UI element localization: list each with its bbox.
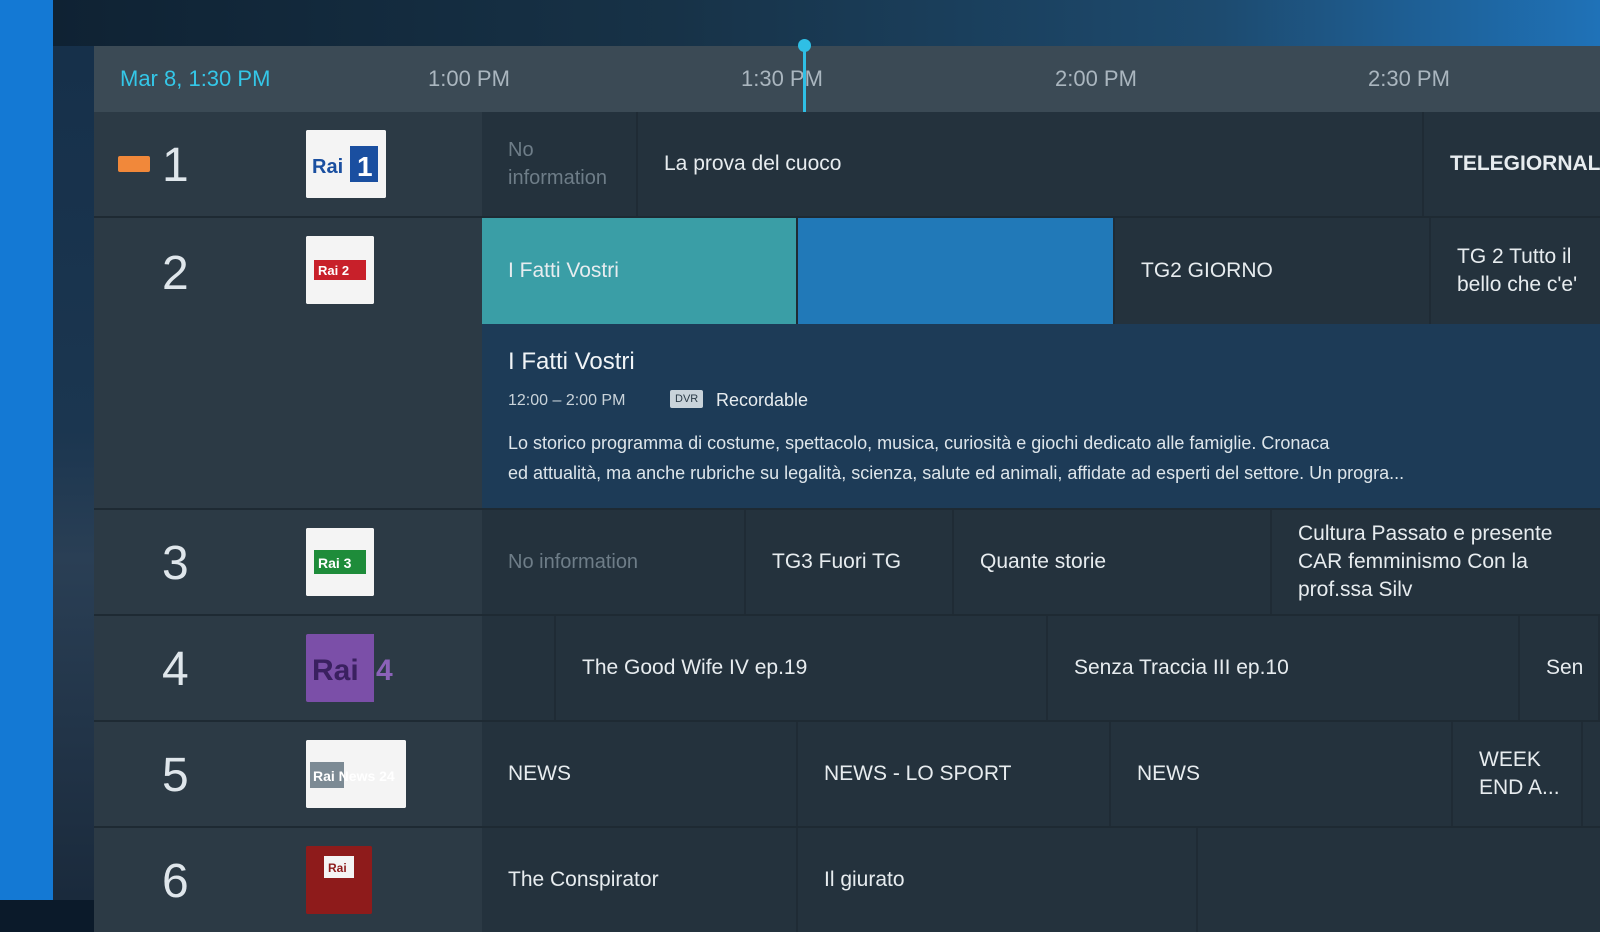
channel-row: 4 Rai 4 The Good Wife IV ep.19 Senza Tra… [94,616,1600,720]
program-cell[interactable]: Il giurato [798,828,1198,932]
channel-row: 6 Rai The Conspirator Il giurato [94,828,1600,932]
program-lane: No information La prova del cuoco TELEGI… [482,112,1600,216]
channel-row: 5 Rai News 24 NEWS NEWS - LO SPORT NEWS … [94,722,1600,826]
channel-logo: Rai News 24 [306,740,406,808]
program-cell[interactable]: The Good Wife IV ep.19 [556,616,1048,720]
details-title: I Fatti Vostri [508,348,635,375]
logo-text: Rai [312,654,359,687]
program-cell[interactable]: Quante storie [954,510,1272,614]
program-details: I Fatti Vostri 12:00 – 2:00 PM DVR Recor… [482,324,1600,508]
program-cell[interactable] [482,616,556,720]
time-tick: 1:30 PM [741,66,823,91]
channel-number: 5 [162,749,189,802]
logo-text: Rai [312,156,343,178]
program-details-row: I Fatti Vostri 12:00 – 2:00 PM DVR Recor… [94,324,1600,508]
dvr-badge: DVR [670,390,704,408]
program-cell[interactable]: TG3 Fuori TG [746,510,954,614]
logo-text: Rai 2 [318,263,349,278]
background-image-top [53,0,1600,46]
channel-number: 4 [162,643,189,696]
program-cell[interactable]: Cultura Passato e presente CAR femminism… [1272,510,1600,614]
channel-cell[interactable]: 1 Rai 1 [94,112,482,216]
channel-cell[interactable]: 3 Rai 3 [94,510,482,614]
program-cell[interactable]: TELEGIORNAL [1424,112,1600,216]
recordable-label: Recordable [716,390,809,410]
time-tick: 1:00 PM [428,66,510,91]
program-cell[interactable]: Sen [1520,616,1600,720]
current-time-dot [798,39,811,52]
current-time-indicator [803,46,806,112]
recording-icon [118,156,150,172]
channel-row: 3 Rai 3 No information TG3 Fuori TG Quan… [94,510,1600,614]
time-tick: 2:30 PM [1368,66,1450,91]
channel-cell[interactable]: 2 Rai 2 [94,218,482,324]
current-date-time: Mar 8, 1:30 PM [120,66,271,91]
details-time: 12:00 – 2:00 PM [508,392,626,409]
channel-logo: Rai [306,846,372,914]
logo-badge: 4 [376,654,393,687]
background-image-left [53,46,94,900]
logo-text: Rai 3 [318,555,352,571]
channel-row: 1 Rai 1 No information La prova del cuoc… [94,112,1600,216]
channel-number: 1 [162,139,189,192]
channel-number: 3 [162,537,189,590]
details-description: Lo storico programma di costume, spettac… [508,428,1508,488]
program-cell[interactable]: TG2 GIORNO [1115,218,1431,324]
program-cell[interactable]: Senza Traccia III ep.10 [1048,616,1520,720]
program-cell-selected[interactable]: I Fatti Vostri [482,218,798,324]
logo-text: Rai News 24 [313,768,395,784]
program-cell[interactable]: TG 2 Tutto il bello che c'e' [1431,218,1600,324]
left-accent-bar [0,0,53,900]
program-cell[interactable]: NEWS [1111,722,1453,826]
channel-logo: Rai 1 [306,130,386,198]
program-lane: No information TG3 Fuori TG Quante stori… [482,510,1600,614]
program-cell[interactable]: La prova del cuoco [638,112,1424,216]
channel-logo: Rai 4 [306,634,400,702]
program-lane: NEWS NEWS - LO SPORT NEWS WEEK END A... [482,722,1600,826]
logo-badge: 1 [357,151,373,182]
program-cell[interactable]: NEWS [482,722,798,826]
program-lane: I Fatti Vostri TG2 GIORNO TG 2 Tutto il … [482,218,1600,324]
channel-logo: Rai 2 [306,236,374,304]
description-line: Lo storico programma di costume, spettac… [508,433,1330,453]
time-tick: 2:00 PM [1055,66,1137,91]
channel-row: 2 Rai 2 I Fatti Vostri TG2 GIORNO TG 2 T… [94,218,1600,324]
program-cell[interactable]: WEEK END A... [1453,722,1583,826]
channel-cell[interactable]: 6 Rai [94,828,482,932]
program-lane: The Conspirator Il giurato [482,828,1600,932]
details-spacer [94,324,482,508]
channel-number: 2 [162,247,189,300]
channel-cell[interactable]: 5 Rai News 24 [94,722,482,826]
tv-guide-panel: Mar 8, 1:30 PM 1:00 PM 1:30 PM 2:00 PM 2… [94,39,1600,932]
logo-text: Rai [328,861,347,875]
timeline-header: Mar 8, 1:30 PM 1:00 PM 1:30 PM 2:00 PM 2… [94,39,1600,112]
program-cell[interactable]: NEWS - LO SPORT [798,722,1111,826]
program-cell[interactable]: The Conspirator [482,828,798,932]
program-cell[interactable]: No information [482,510,746,614]
channel-logo: Rai 3 [306,528,374,596]
channel-cell[interactable]: 4 Rai 4 [94,616,482,720]
description-line: ed attualità, ma anche rubriche su legal… [508,463,1405,483]
program-lane: The Good Wife IV ep.19 Senza Traccia III… [482,616,1600,720]
channel-number: 6 [162,855,189,908]
program-cell-selected-remaining[interactable] [798,218,1115,324]
program-cell[interactable]: No information [482,112,638,216]
